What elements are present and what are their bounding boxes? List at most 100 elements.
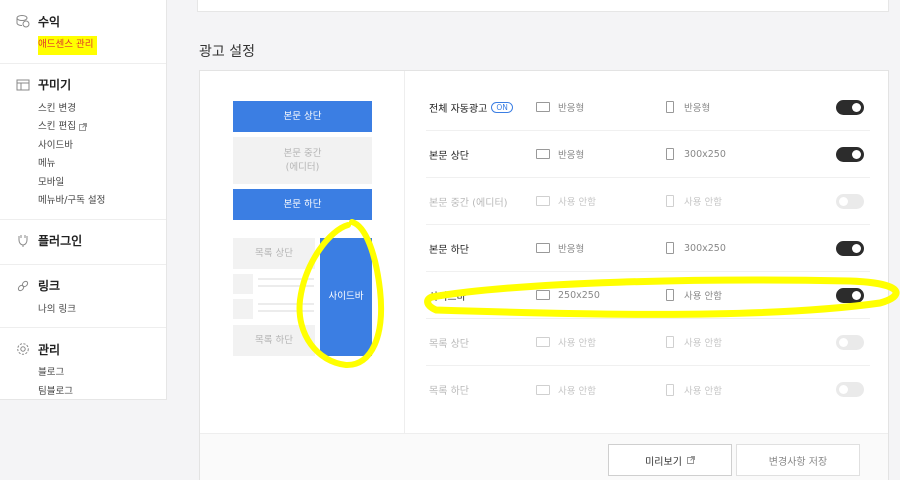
toggle-switch[interactable] [836, 99, 864, 115]
preview-body-middle[interactable]: 본문 중간 (에디터) [233, 137, 372, 184]
mobile-setting[interactable]: 300x250 [666, 148, 726, 160]
ad-row-label: 본문 중간 (에디터) [429, 197, 508, 209]
toggle-switch[interactable] [836, 334, 864, 350]
preview-list-top[interactable]: 목록 상단 [233, 238, 315, 269]
monitor-icon [536, 290, 550, 300]
sidebar-header-link[interactable]: 링크 [16, 277, 166, 295]
plug-icon [16, 234, 30, 248]
mobile-setting[interactable]: 사용 안함 [666, 383, 722, 397]
sidebar-section-plugin: 플러그인 [0, 220, 166, 265]
sidebar-item-label: 메뉴 [38, 158, 56, 169]
ad-row-auto: 전체 자동광고 ON 반응형 반응형 [426, 84, 870, 131]
sidebar-item-label: 메뉴바/구독 설정 [38, 195, 106, 206]
layout-icon [16, 78, 30, 92]
pc-setting-value: 반응형 [558, 103, 585, 114]
sidebar-item-skin-edit[interactable]: 스킨 편집 [16, 118, 166, 137]
pc-setting[interactable]: 사용 안함 [536, 383, 596, 397]
preview-list-thumb [233, 299, 253, 319]
mobile-setting[interactable]: 사용 안함 [666, 335, 722, 349]
external-link-icon [78, 123, 87, 132]
previous-card [197, 0, 889, 12]
ad-row-body-middle: 본문 중간 (에디터) 사용 안함 사용 안함 [426, 178, 870, 225]
monitor-icon [536, 149, 550, 159]
coin-icon [16, 14, 30, 28]
ad-row-list-top: 목록 상단 사용 안함 사용 안함 [426, 319, 870, 366]
monitor-icon [536, 243, 550, 253]
toggle-switch[interactable] [836, 146, 864, 162]
mobile-setting[interactable]: 사용 안함 [666, 288, 722, 302]
sidebar-section-revenue: 수익 애드센스 관리 [0, 0, 166, 64]
preview-sidebar[interactable]: 사이드바 [320, 238, 372, 356]
preview-list-line [258, 278, 314, 280]
pc-setting-value: 사용 안함 [558, 197, 596, 208]
sidebar-item-menubar[interactable]: 메뉴바/구독 설정 [16, 192, 166, 211]
sidebar-header-revenue[interactable]: 수익 [16, 12, 166, 30]
sidebar-header-customize[interactable]: 꾸미기 [16, 76, 166, 94]
mobile-setting-value: 사용 안함 [684, 291, 722, 302]
sidebar-item-label: 팀블로그 [38, 385, 73, 397]
preview-list-bottom[interactable]: 목록 하단 [233, 325, 315, 356]
mobile-icon [666, 195, 674, 207]
toggle-switch[interactable] [836, 287, 864, 303]
mobile-icon [666, 148, 674, 160]
mobile-setting-value: 반응형 [684, 103, 711, 114]
toggle-switch[interactable] [836, 240, 864, 256]
toggle-switch[interactable] [836, 193, 864, 209]
ad-row-label: 목록 하단 [429, 386, 469, 397]
sidebar-item-mobile[interactable]: 모바일 [16, 174, 166, 193]
pc-setting-value: 250x250 [558, 289, 600, 301]
mobile-icon [666, 242, 674, 254]
mobile-setting-value: 사용 안함 [684, 338, 722, 349]
pc-setting[interactable]: 250x250 [536, 290, 600, 301]
pc-setting[interactable]: 반응형 [536, 241, 584, 255]
monitor-icon [536, 337, 550, 347]
pc-setting[interactable]: 반응형 [536, 147, 584, 161]
pc-setting-value: 사용 안함 [558, 385, 596, 397]
ad-row-label: 목록 상단 [429, 338, 469, 350]
sidebar-item-adsense[interactable]: 애드센스 관리 [16, 36, 166, 55]
mobile-setting-value: 사용 안함 [684, 197, 722, 208]
mobile-setting-value: 300x250 [684, 242, 726, 254]
sidebar-item-label: 나의 링크 [38, 303, 76, 315]
save-button[interactable]: 변경사항 저장 [736, 444, 860, 476]
sidebar-item-sidebar[interactable]: 사이드바 [16, 137, 166, 156]
gear-icon [16, 342, 30, 356]
sidebar-item-my-link[interactable]: 나의 링크 [16, 301, 166, 320]
sidebar-section-title: 링크 [38, 279, 61, 293]
on-badge: ON [491, 101, 513, 113]
pc-setting-value: 반응형 [558, 150, 585, 161]
sidebar-item-blog[interactable]: 블로그 [16, 364, 166, 383]
sidebar-item-skin-change[interactable]: 스킨 변경 [16, 100, 166, 119]
pc-setting[interactable]: 사용 안함 [536, 194, 596, 208]
link-icon [16, 279, 30, 293]
sidebar-item-teamblog[interactable]: 팀블로그 [16, 383, 166, 402]
sidebar-item-label: 모바일 [38, 176, 65, 188]
sidebar-item-label: 블로그 [38, 367, 65, 378]
sidebar-item-label: 스킨 편집 [38, 121, 76, 132]
sidebar-section-manage: 관리 블로그 팀블로그 [0, 328, 166, 409]
sidebar-header-plugin[interactable]: 플러그인 [16, 232, 166, 250]
pc-setting[interactable]: 사용 안함 [536, 335, 596, 349]
sidebar-section-title: 꾸미기 [38, 78, 72, 92]
ad-row-label: 사이드바 [429, 291, 466, 303]
mobile-setting[interactable]: 반응형 [666, 100, 710, 114]
preview-button[interactable]: 미리보기 [608, 444, 732, 476]
mobile-setting-value: 사용 안함 [684, 385, 722, 397]
sidebar-header-manage[interactable]: 관리 [16, 340, 166, 358]
pc-setting[interactable]: 반응형 [536, 100, 584, 114]
toggle-switch[interactable] [836, 382, 864, 397]
preview-label: (에디터) [285, 161, 320, 173]
mobile-icon [666, 336, 674, 348]
pc-setting-value: 사용 안함 [558, 338, 596, 349]
ad-settings-panel: 본문 상단 본문 중간 (에디터) 본문 하단 목록 상단 목록 하단 사이드바… [199, 70, 889, 480]
sidebar-item-menu[interactable]: 메뉴 [16, 155, 166, 174]
preview-list-thumb [233, 274, 253, 294]
mobile-setting[interactable]: 300x250 [666, 242, 726, 254]
preview-body-bottom[interactable]: 본문 하단 [233, 189, 372, 220]
preview-body-top[interactable]: 본문 상단 [233, 101, 372, 132]
panel-footer: 미리보기 변경사항 저장 [200, 433, 888, 480]
ad-row-label: 전체 자동광고 ON [429, 100, 513, 115]
sidebar-item-label: 애드센스 관리 [38, 36, 98, 55]
mobile-setting[interactable]: 사용 안함 [666, 194, 722, 208]
mobile-icon [666, 101, 674, 113]
